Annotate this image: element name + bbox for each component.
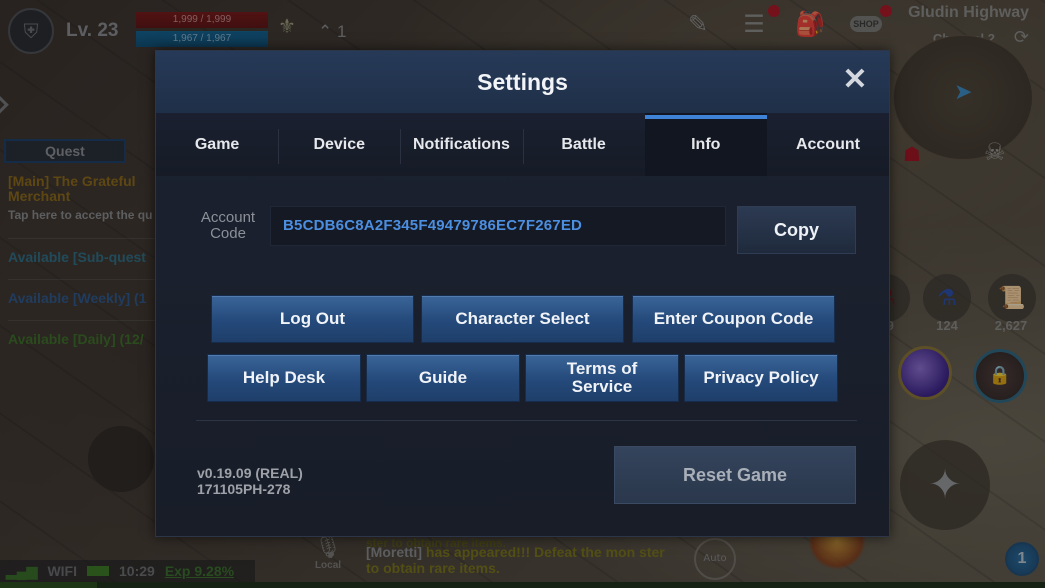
dialog-title: Settings: [477, 68, 568, 95]
account-code-label: Account Code: [200, 209, 256, 242]
divider: [196, 420, 857, 421]
settings-dialog: Settings ✕ Game Device Notifications Bat…: [155, 50, 890, 537]
help-desk-button[interactable]: Help Desk: [207, 354, 361, 402]
dialog-header: Settings ✕: [156, 51, 889, 113]
tab-battle[interactable]: Battle: [522, 113, 645, 176]
close-icon: ✕: [842, 63, 868, 96]
build-line: 171105PH-278: [197, 481, 291, 497]
tab-notifications[interactable]: Notifications: [400, 113, 523, 176]
log-out-button[interactable]: Log Out: [211, 295, 414, 343]
enter-coupon-code-button[interactable]: Enter Coupon Code: [632, 295, 835, 343]
tab-game[interactable]: Game: [156, 113, 279, 176]
character-select-button[interactable]: Character Select: [421, 295, 624, 343]
version-info: v0.19.09 (REAL) 171105PH-278: [197, 465, 303, 497]
close-button[interactable]: ✕: [839, 65, 871, 97]
tab-info[interactable]: Info: [644, 113, 768, 176]
version-line: v0.19.09 (REAL): [197, 465, 303, 481]
guide-button[interactable]: Guide: [366, 354, 520, 402]
tab-device[interactable]: Device: [278, 113, 401, 176]
copy-button[interactable]: Copy: [737, 206, 856, 254]
account-code-field[interactable]: B5CDB6C8A2F345F49479786EC7F267ED: [270, 206, 726, 246]
account-code-row: Account Code B5CDB6C8A2F345F49479786EC7F…: [196, 206, 726, 246]
privacy-policy-button[interactable]: Privacy Policy: [684, 354, 838, 402]
reset-game-button[interactable]: Reset Game: [614, 446, 856, 504]
settings-tabs: Game Device Notifications Battle Info Ac…: [156, 113, 890, 176]
tab-account[interactable]: Account: [766, 113, 890, 176]
terms-of-service-button[interactable]: Terms of Service: [525, 354, 679, 402]
